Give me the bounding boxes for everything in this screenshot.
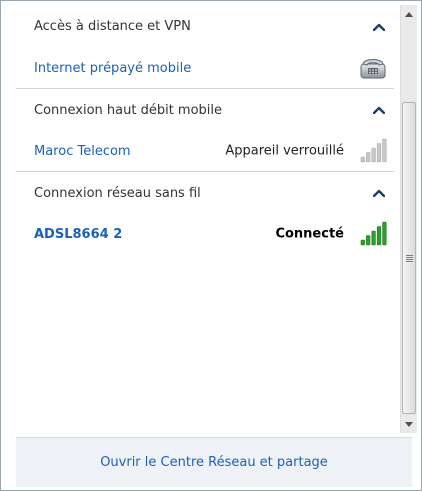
signal-bar (376, 143, 382, 163)
signal-bar (366, 152, 371, 163)
scroll-down-arrow-icon[interactable] (401, 415, 417, 433)
signal-bar (360, 156, 365, 163)
section-header-mobile-broadband[interactable]: Connexion haut débit mobile (16, 88, 394, 131)
scrollbar-thumb[interactable] (402, 102, 416, 414)
network-flyout: Accès à distance et VPN Internet prépayé… (0, 0, 422, 491)
signal-bar (360, 239, 365, 246)
signal-bar (371, 230, 376, 246)
chevron-up-icon[interactable] (372, 186, 386, 200)
signal-bar (382, 138, 387, 163)
section-title: Accès à distance et VPN (34, 19, 191, 34)
section-title: Connexion réseau sans fil (34, 185, 201, 201)
chevron-up-icon[interactable] (372, 20, 386, 34)
connection-item[interactable]: Maroc Telecom Appareil verrouillé (16, 131, 394, 171)
signal-strength-icon (360, 221, 388, 247)
connection-name[interactable]: ADSL8664 2 (34, 227, 122, 242)
signal-bar (371, 147, 376, 163)
signal-bar (382, 221, 387, 246)
network-list[interactable]: Accès à distance et VPN Internet prépayé… (16, 5, 412, 433)
connection-status: Connecté (275, 226, 344, 242)
signal-strength-icon (360, 138, 388, 164)
network-list-content: Accès à distance et VPN Internet prépayé… (16, 5, 394, 433)
footer: Ouvrir le Centre Réseau et partage (16, 437, 412, 487)
connection-item[interactable]: Internet prépayé mobile (16, 48, 394, 88)
connection-status: Appareil verrouillé (225, 143, 344, 159)
open-network-center-link[interactable]: Ouvrir le Centre Réseau et partage (100, 455, 328, 470)
chevron-up-icon[interactable] (372, 103, 386, 117)
scroll-up-arrow-icon[interactable] (401, 5, 417, 23)
vertical-scrollbar[interactable] (400, 5, 417, 433)
section-title: Connexion haut débit mobile (34, 102, 223, 118)
connection-item[interactable]: ADSL8664 2 Connecté (16, 214, 394, 254)
connection-name[interactable]: Maroc Telecom (34, 144, 131, 159)
signal-bar (376, 226, 382, 246)
connection-name[interactable]: Internet prépayé mobile (34, 61, 191, 76)
signal-bar (366, 235, 371, 246)
grip-icon (405, 254, 413, 262)
phone-modem-icon (358, 55, 388, 81)
section-header-vpn[interactable]: Accès à distance et VPN (16, 5, 394, 48)
section-header-wireless[interactable]: Connexion réseau sans fil (16, 171, 394, 214)
